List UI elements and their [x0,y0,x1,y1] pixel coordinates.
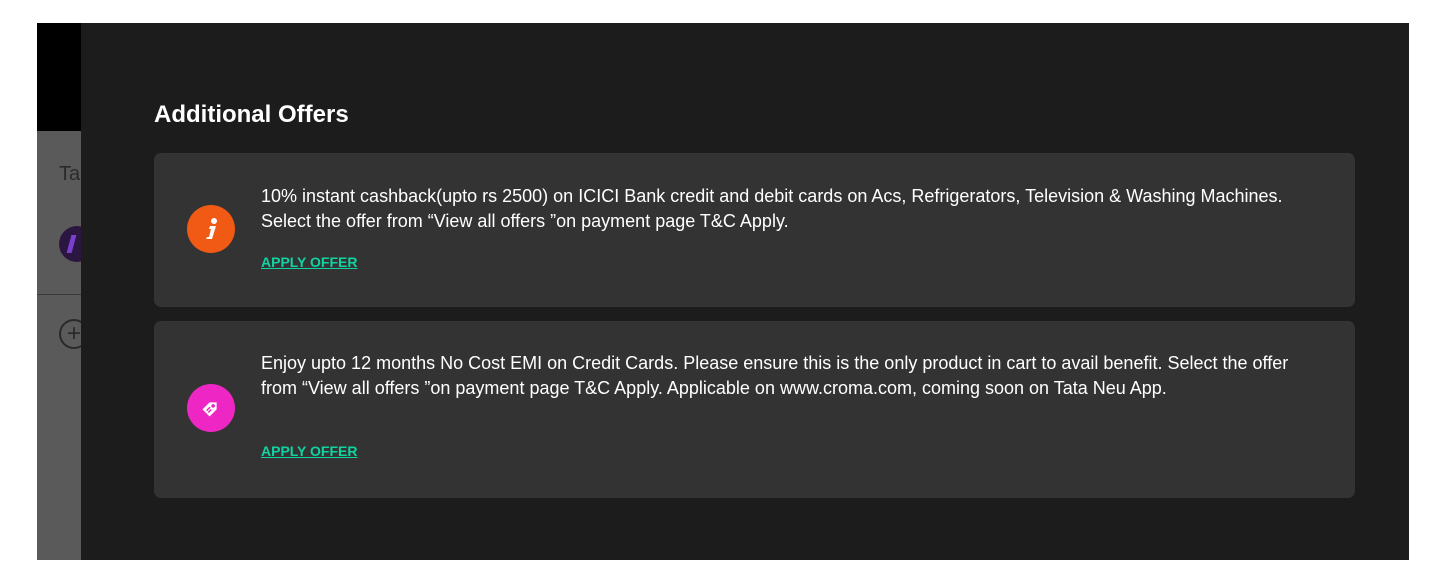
price-tag-icon [187,384,235,432]
additional-offers-modal: Additional Offers 10% instant cashback(u… [81,23,1409,560]
background-divider [37,294,87,295]
info-icon [187,205,235,253]
offer-description: Enjoy upto 12 months No Cost EMI on Cred… [261,353,1289,398]
modal-title: Additional Offers [154,101,349,128]
offer-description: 10% instant cashback(upto rs 2500) on IC… [261,186,1283,231]
background-section-label: Ta [59,163,81,185]
apply-offer-link[interactable]: APPLY OFFER [261,254,357,270]
screenshot-frame: Ta + Additional Offers 10% instant cashb… [37,23,1409,560]
offer-card: 10% instant cashback(upto rs 2500) on IC… [154,153,1355,307]
apply-offer-link[interactable]: APPLY OFFER [261,443,357,459]
offer-card: Enjoy upto 12 months No Cost EMI on Cred… [154,321,1355,498]
